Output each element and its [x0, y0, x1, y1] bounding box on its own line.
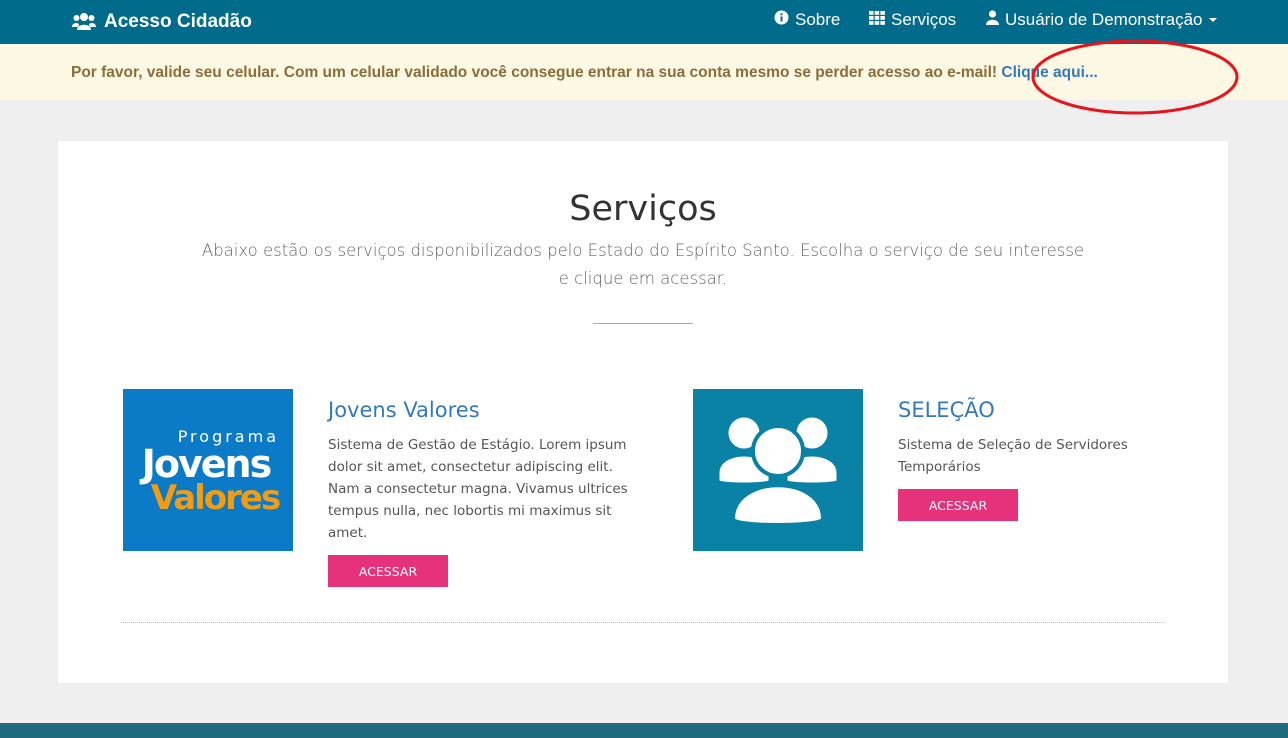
page-subtitle: Abaixo estão os serviços disponibilizado… — [201, 241, 1085, 288]
jovens-valores-description: Sistema de Gestão de Estágio. Lorem ipsu… — [328, 437, 628, 541]
top-navbar: Acesso Cidadão Sobre Serviços Usuário de… — [0, 0, 1288, 44]
alert-text: Por favor, valide seu celular. Com um ce… — [71, 64, 1098, 82]
users-group-icon — [716, 414, 840, 527]
info-circle-icon — [774, 10, 789, 30]
footer-bar — [0, 723, 1288, 738]
selecao-description: Sistema de Seleção de Servidores Temporá… — [898, 437, 1128, 475]
caret-down-icon — [1209, 18, 1218, 22]
services-panel: Serviços Abaixo estão os serviços dispon… — [58, 141, 1228, 683]
user-icon — [986, 10, 999, 30]
users-icon — [72, 12, 96, 32]
nav-item-sobre[interactable]: Sobre — [774, 0, 840, 40]
nav-label-servicos: Serviços — [891, 10, 957, 29]
nav-label-user: Usuário de Demonstração — [1005, 10, 1203, 29]
selecao-logo[interactable] — [693, 389, 863, 551]
nav-item-servicos[interactable]: Serviços — [869, 0, 956, 40]
services-divider — [121, 622, 1164, 623]
page-title: Serviços — [569, 189, 717, 229]
jovens-valores-title[interactable]: Jovens Valores — [328, 398, 480, 422]
nav-label-sobre: Sobre — [795, 10, 841, 29]
selecao-access-button[interactable]: ACESSAR — [898, 489, 1018, 521]
validate-phone-link[interactable]: Clique aqui... — [1001, 64, 1097, 81]
brand-link[interactable]: Acesso Cidadão — [72, 0, 252, 44]
alert-message: Por favor, valide seu celular. Com um ce… — [71, 64, 998, 81]
grid-icon — [869, 10, 885, 30]
phone-validation-alert: Por favor, valide seu celular. Com um ce… — [0, 44, 1288, 100]
brand-label: Acesso Cidadão — [104, 11, 252, 32]
logo-line-valores: Valores — [151, 478, 280, 518]
jovens-valores-access-button[interactable]: ACESSAR — [328, 555, 448, 587]
jovens-valores-logo[interactable]: Programa Jovens Valores — [123, 389, 293, 551]
title-divider — [593, 323, 693, 324]
selecao-title[interactable]: SELEÇÃO — [898, 398, 995, 422]
user-menu-dropdown[interactable]: Usuário de Demonstração — [986, 0, 1218, 40]
